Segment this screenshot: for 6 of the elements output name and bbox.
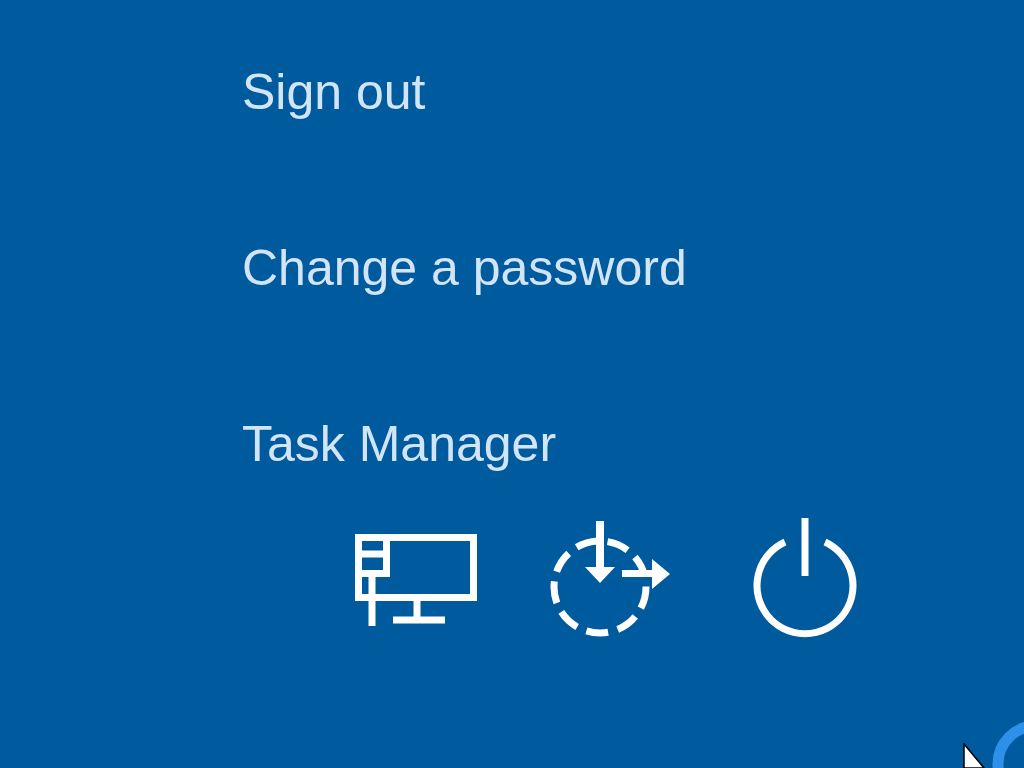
menu-option[interactable]: Change a password — [242, 238, 687, 298]
menu-option[interactable]: Task Manager — [242, 414, 557, 474]
network-button[interactable] — [355, 534, 477, 626]
menu-option[interactable]: Sign out — [242, 62, 426, 122]
mouse-cursor-icon — [963, 743, 985, 768]
network-icon — [355, 534, 477, 626]
